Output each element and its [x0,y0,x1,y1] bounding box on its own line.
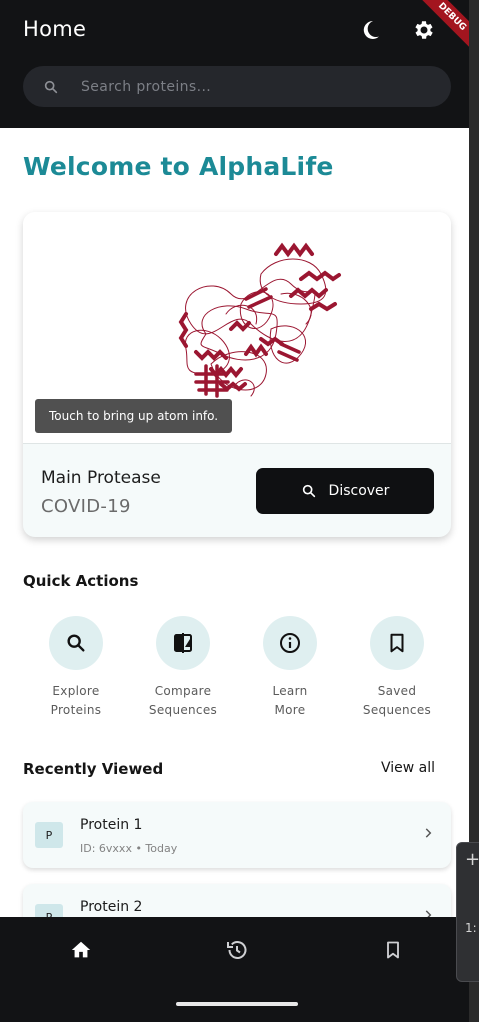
search-icon [302,484,315,498]
view-all-link[interactable]: View all [381,760,435,776]
dark-mode-toggle[interactable] [356,16,384,44]
home-icon [71,941,91,958]
label-line-2: Sequences [148,703,218,717]
discover-button[interactable]: Discover [256,468,434,514]
app-screen: Home DEBUG Welcome to AlphaLife [0,0,469,1022]
label-line-1: Learn [272,684,308,698]
quick-action-learn[interactable]: Learn More [240,616,340,720]
info-icon [280,633,300,653]
quick-action-circle [156,616,210,670]
moon-icon [363,20,379,39]
gear-icon [415,21,433,39]
quick-action-label: Saved Sequences [347,682,447,720]
quick-action-compare[interactable]: Compare Sequences [133,616,233,720]
bookmark-icon [387,941,399,959]
settings-button[interactable] [410,16,438,44]
welcome-heading: Welcome to AlphaLife [23,152,334,181]
quick-action-label: Explore Proteins [26,682,126,720]
aspect-ratio-label[interactable]: 1: [465,921,477,935]
quick-actions-heading: Quick Actions [23,572,139,590]
label-line-1: Saved [377,684,417,698]
quick-action-saved[interactable]: Saved Sequences [347,616,447,720]
label-line-1: Compare [154,684,212,698]
app-bar: Home DEBUG [0,0,469,128]
protein-badge: P [35,822,63,848]
search-icon [44,80,58,93]
label-line-2: More [274,703,306,717]
quick-action-label: Learn More [240,682,340,720]
recent-item-meta: ID: 6vxxx • Today [80,842,178,855]
search-bar[interactable] [23,66,451,107]
discover-label: Discover [328,483,390,499]
atom-info-tooltip: Touch to bring up atom info. [35,399,233,433]
protein-subtitle: COVID-19 [41,496,131,517]
label-line-2: Proteins [50,703,102,717]
recent-item-name: Protein 1 [80,817,143,833]
recently-viewed-heading: Recently Viewed [23,760,164,778]
recent-item[interactable]: P Protein 1 ID: 6vxxx • Today [23,802,451,868]
label-line-2: Sequences [362,703,432,717]
chevron-right-icon [425,828,432,838]
quick-action-circle [370,616,424,670]
nav-history[interactable] [222,935,252,965]
bottom-navigation [0,917,469,1022]
compare-icon [174,633,192,653]
quick-action-label: Compare Sequences [133,682,233,720]
quick-action-circle [49,616,103,670]
search-input[interactable] [81,78,411,95]
featured-protein-card: Touch to bring up atom info. Main Protea… [23,212,451,537]
protein-3d-viewer[interactable]: Touch to bring up atom info. [23,212,451,444]
protein-name: Main Protease [41,468,161,488]
bookmark-icon [390,633,404,653]
protein-structure-image [178,242,341,398]
quick-action-explore[interactable]: Explore Proteins [26,616,126,720]
nav-home[interactable] [66,935,96,965]
nav-saved[interactable] [378,935,408,965]
label-line-1: Explore [52,684,100,698]
gesture-handle[interactable] [176,1002,298,1006]
quick-action-circle [263,616,317,670]
recent-item-name: Protein 2 [80,899,143,915]
zoom-in-button[interactable]: + [465,849,479,870]
history-icon [227,941,247,959]
page-title: Home [23,17,87,41]
search-icon [67,634,85,652]
emulator-side-panel: + 1: [456,842,479,982]
